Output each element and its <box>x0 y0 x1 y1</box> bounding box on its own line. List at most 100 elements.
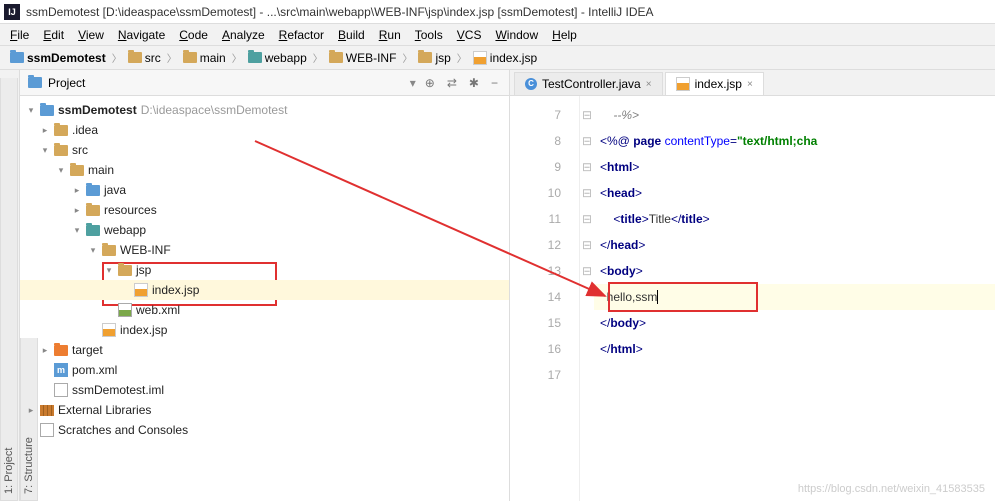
tree-arrow-icon[interactable]: ▾ <box>72 225 82 236</box>
code-line[interactable]: <html> <box>594 154 995 180</box>
breadcrumb-sep: 〉 <box>232 50 242 65</box>
line-number: 17 <box>516 362 561 388</box>
tree-item[interactable]: mpom.xml <box>20 360 509 380</box>
hide-icon[interactable]: − <box>488 76 501 90</box>
tab-label: index.jsp <box>695 77 742 91</box>
breadcrumb-item[interactable]: jsp <box>414 49 454 67</box>
menu-tools[interactable]: Tools <box>409 26 449 44</box>
code-line[interactable]: <head> <box>594 180 995 206</box>
breadcrumb-item[interactable]: index.jsp <box>469 49 541 67</box>
collapse-icon[interactable]: ⇄ <box>444 76 460 90</box>
chevron-down-icon[interactable]: ▾ <box>410 76 416 90</box>
tree-label: .idea <box>72 123 98 137</box>
code-line[interactable]: <%@ page contentType="text/html;cha <box>594 128 995 154</box>
code-line[interactable]: --%> <box>594 102 995 128</box>
tree-arrow-icon[interactable]: ▸ <box>40 345 50 356</box>
fold-icon[interactable]: ⊟ <box>580 206 594 232</box>
tree-arrow-icon[interactable]: ▾ <box>40 145 50 156</box>
code-line[interactable]: <body> <box>594 258 995 284</box>
tree-item[interactable]: ▾jsp <box>20 260 509 280</box>
code-area[interactable]: 7891011121314151617 ⊟⊟⊟⊟⊟⊟⊟ --%><%@ page… <box>510 96 995 501</box>
menu-file[interactable]: File <box>4 26 35 44</box>
menu-vcs[interactable]: VCS <box>451 26 488 44</box>
menu-edit[interactable]: Edit <box>37 26 70 44</box>
menu-code[interactable]: Code <box>173 26 214 44</box>
menu-view[interactable]: View <box>72 26 110 44</box>
code-line[interactable]: </head> <box>594 232 995 258</box>
tree-arrow-icon[interactable]: ▾ <box>26 105 36 116</box>
tree-item[interactable]: web.xml <box>20 300 509 320</box>
menu-window[interactable]: Window <box>489 26 544 44</box>
code-line[interactable]: </html> <box>594 336 995 362</box>
breadcrumb: ssmDemotest〉src〉main〉webapp〉WEB-INF〉jsp〉… <box>0 46 995 70</box>
fold-column[interactable]: ⊟⊟⊟⊟⊟⊟⊟ <box>580 96 594 501</box>
breadcrumb-item[interactable]: ssmDemotest <box>6 49 110 67</box>
folder-icon <box>86 205 100 216</box>
folder-icon <box>118 265 132 276</box>
code-line[interactable]: <title>Title</title> <box>594 206 995 232</box>
tree-item[interactable]: index.jsp <box>20 320 509 340</box>
code-lines[interactable]: --%><%@ page contentType="text/html;cha<… <box>594 96 995 501</box>
breadcrumb-item[interactable]: WEB-INF <box>325 49 401 67</box>
breadcrumb-label: src <box>145 51 161 65</box>
tree-arrow-icon[interactable]: ▸ <box>72 205 82 216</box>
tree-item[interactable]: ▸java <box>20 180 509 200</box>
code-line[interactable]: </body> <box>594 310 995 336</box>
menu-analyze[interactable]: Analyze <box>216 26 271 44</box>
fold-icon[interactable]: ⊟ <box>580 128 594 154</box>
code-line[interactable]: hello,ssm <box>594 284 995 310</box>
menu-refactor[interactable]: Refactor <box>273 26 330 44</box>
expand-icon[interactable]: ⊕ <box>422 76 438 90</box>
titlebar: IJ ssmDemotest [D:\ideaspace\ssmDemotest… <box>0 0 995 24</box>
folder-icon <box>40 105 54 116</box>
tree-arrow-icon[interactable]: ▾ <box>104 265 114 276</box>
breadcrumb-sep: 〉 <box>112 50 122 65</box>
project-tool-tab[interactable]: 1: Project <box>0 78 18 501</box>
tree-item[interactable]: ssmDemotest.iml <box>20 380 509 400</box>
close-icon[interactable]: × <box>747 79 753 90</box>
tree-label: index.jsp <box>120 323 167 337</box>
tree-item[interactable]: ▸ External Libraries <box>20 400 509 420</box>
editor-tab[interactable]: index.jsp × <box>665 72 764 95</box>
fold-icon[interactable]: ⊟ <box>580 154 594 180</box>
tree-arrow-icon[interactable]: ▸ <box>26 405 36 416</box>
menu-help[interactable]: Help <box>546 26 583 44</box>
project-tree[interactable]: ▾ssmDemotest D:\ideaspace\ssmDemotest ▸ .i… <box>20 96 509 501</box>
tree-item[interactable]: index.jsp <box>20 280 509 300</box>
breadcrumb-item[interactable]: main <box>179 49 230 67</box>
menu-navigate[interactable]: Navigate <box>112 26 171 44</box>
fold-icon[interactable]: ⊟ <box>580 258 594 284</box>
tree-arrow-icon[interactable]: ▾ <box>88 245 98 256</box>
gear-icon[interactable]: ✱ <box>466 76 482 90</box>
line-number: 9 <box>516 154 561 180</box>
breadcrumb-item[interactable]: src <box>124 49 165 67</box>
editor-tab[interactable]: CTestController.java× <box>514 72 663 95</box>
menubar: FileEditViewNavigateCodeAnalyzeRefactorB… <box>0 24 995 46</box>
tree-item[interactable]: ▸ .idea <box>20 120 509 140</box>
project-panel-header: Project ▾ ⊕ ⇄ ✱ − <box>20 70 509 96</box>
tree-arrow-icon[interactable]: ▾ <box>56 165 66 176</box>
fold-icon[interactable]: ⊟ <box>580 180 594 206</box>
tab-label: TestController.java <box>542 77 641 91</box>
menu-run[interactable]: Run <box>373 26 407 44</box>
fold-icon[interactable]: ⊟ <box>580 102 594 128</box>
tree-arrow-icon[interactable]: ▸ <box>40 125 50 136</box>
close-icon[interactable]: × <box>646 79 652 90</box>
tree-item[interactable]: Scratches and Consoles <box>20 420 509 440</box>
fold-icon[interactable]: ⊟ <box>580 232 594 258</box>
tree-item[interactable]: ▸ target <box>20 340 509 360</box>
tree-item[interactable]: ▾src <box>20 140 509 160</box>
menu-build[interactable]: Build <box>332 26 371 44</box>
tree-label: External Libraries <box>58 403 151 417</box>
tree-item[interactable]: ▸resources <box>20 200 509 220</box>
project-panel: Project ▾ ⊕ ⇄ ✱ − ▾ssmDemotest D:\ideasp… <box>20 70 510 501</box>
tree-arrow-icon[interactable]: ▸ <box>72 185 82 196</box>
tree-item[interactable]: ▾WEB-INF <box>20 240 509 260</box>
breadcrumb-item[interactable]: webapp <box>244 49 311 67</box>
code-line[interactable] <box>594 362 995 388</box>
tree-label: target <box>72 343 103 357</box>
tree-item[interactable]: ▾main <box>20 160 509 180</box>
tree-item[interactable]: ▾ssmDemotest D:\ideaspace\ssmDemotest <box>20 100 509 120</box>
tree-item[interactable]: ▾webapp <box>20 220 509 240</box>
line-number: 16 <box>516 336 561 362</box>
